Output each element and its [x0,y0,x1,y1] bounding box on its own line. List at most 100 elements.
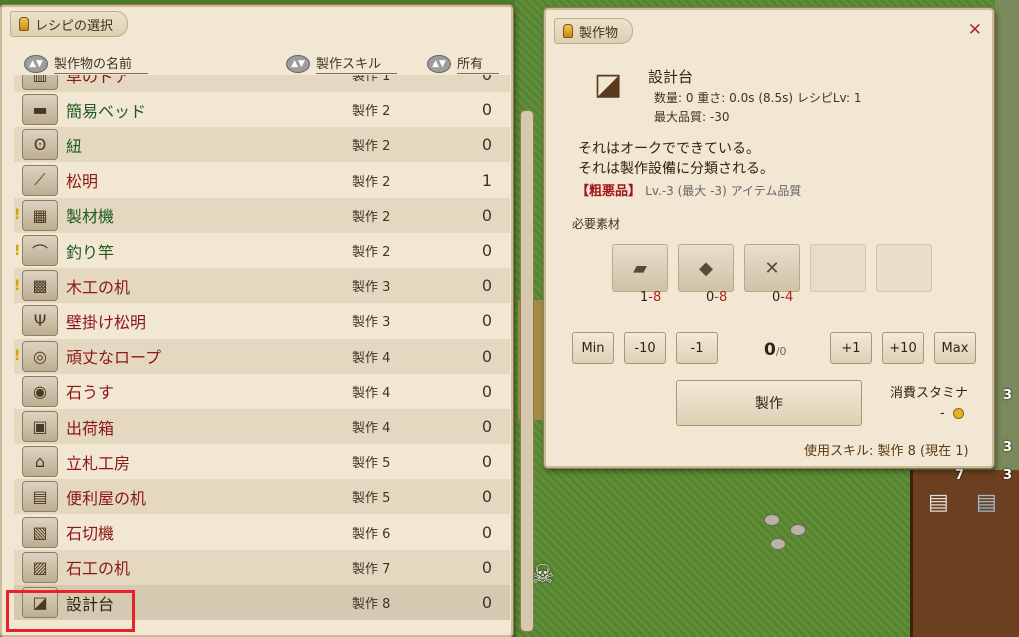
item-drop-icon[interactable]: ▤ [976,490,997,515]
material-count: 0-4 [772,290,794,305]
column-header-name[interactable]: ▲▼ 製作物の名前 [24,53,149,74]
recipe-owned-count: 0 [481,593,492,612]
minus10-button[interactable]: -10 [624,332,666,364]
material-slot[interactable]: ◆ [678,244,734,292]
recipe-row[interactable]: ! ◎ 頑丈なロープ 製作 4 0 [14,338,510,374]
min-button[interactable]: Min [572,332,614,364]
quality-info: Lv.-3 (最大 -3) アイテム品質 [645,184,802,198]
stamina-cost-label: 消費スタミナ [890,386,969,401]
item-quality: 【粗悪品】 Lv.-3 (最大 -3) アイテム品質 [576,180,801,199]
recipe-row[interactable]: ▥ 草のドア 製作 1 0 [14,75,510,92]
recipe-list[interactable]: ▥草のドア製作 10▬簡易ベッド製作 20ʘ紐製作 20⟋松明製作 21!▦製材… [14,75,510,635]
recipe-skill: 製作 2 [352,174,391,190]
recipe-row[interactable]: ▣ 出荷箱 製作 4 0 [14,409,510,444]
column-header-skill[interactable]: ▲▼ 製作スキル [286,53,398,74]
stamina-icon [952,408,964,419]
recipe-skill: 製作 3 [352,280,391,296]
building-roof [910,470,1019,637]
recipe-row[interactable]: ! ⌒ 釣り竿 製作 2 0 [14,233,510,268]
recipe-skill: 製作 8 [352,597,391,612]
recipe-owned-count: 0 [481,241,492,260]
recipe-row[interactable]: ◉ 石うす 製作 4 0 [14,374,510,409]
recipe-row[interactable]: ▬ 簡易ベッド 製作 2 0 [14,92,510,127]
used-skill: 使用スキル: 製作 8 (現在 1) [804,444,969,459]
recipe-row[interactable]: ⟋ 松明 製作 2 1 [14,163,510,198]
sturdy-rope-icon: ◎ [22,340,58,372]
item-drop-icon[interactable]: ▤ [928,490,949,515]
recipe-skill: 製作 4 [352,350,391,366]
bed-icon: ▬ [22,94,58,126]
recipe-row[interactable]: ▨ 石工の机 製作 7 0 [14,549,510,585]
oak-plank-icon: ▰ [633,257,647,279]
recipe-row[interactable]: ⌂ 立札工房 製作 5 0 [14,444,510,479]
alert-icon: ! [14,242,21,259]
recipe-row[interactable]: ▧ 石切機 製作 6 0 [14,515,510,550]
fishing-rod-icon: ⌒ [22,235,58,266]
shipping-box-icon: ▣ [22,411,58,442]
item-meta: 数量: 0 重さ: 0.0s (8.5s) レシピLv: 1 [654,91,862,105]
alert-icon: ! [14,207,21,224]
woodwork-desk-icon: ▩ [22,270,58,302]
sawmill-icon: ▦ [22,199,58,231]
craft-button[interactable]: 製作 [676,380,862,426]
item-description-2: それは製作設備に分類される。 [578,161,774,177]
recipe-skill: 製作 1 [352,75,391,84]
alert-icon: ! [14,348,21,365]
recipe-skill: 製作 2 [352,209,391,225]
max-button[interactable]: Max [934,332,976,364]
recipe-skill: 製作 6 [352,526,391,542]
stack-count: 3 [1003,440,1013,455]
sort-icon[interactable]: ▲▼ [427,54,451,73]
recipe-name: 石切機 [66,524,115,544]
recipe-skill: 製作 4 [352,421,391,436]
material-slot[interactable]: ▰ [612,244,668,292]
recipe-owned-count: 0 [481,205,492,225]
recipe-name: 石工の机 [66,559,131,579]
millstone-icon: ◉ [22,375,58,407]
material-count: 1-8 [640,290,662,305]
recipe-owned-count: 1 [481,170,492,190]
recipe-name: 立札工房 [66,453,131,473]
plus1-button[interactable]: +1 [830,332,872,364]
recipe-skill: 製作 2 [352,245,391,260]
item-name: 設計台 [648,68,694,86]
recipe-skill: 製作 7 [352,561,391,577]
material-slot[interactable]: ✕ [744,244,800,292]
recipe-name: 石うす [66,383,115,403]
recipe-row[interactable]: ! ▦ 製材機 製作 2 0 [14,197,510,233]
craft-quantity: 0/0 [764,340,787,360]
recipe-row[interactable]: ! ▩ 木工の机 製作 3 0 [14,268,510,304]
selection-highlight [6,590,135,632]
recipe-name: 壁掛け松明 [66,312,147,332]
crossed-tools-icon: ✕ [764,257,780,279]
sort-icon[interactable]: ▲▼ [24,54,48,73]
recipe-select-panel: レシピの選択 ▲▼ 製作物の名前 ▲▼ 製作スキル ▲▼ 所有 ▥草のドア製作 … [0,5,513,637]
recipe-owned-count: 0 [454,75,492,84]
recipe-list-scrollbar[interactable] [520,110,534,632]
minus1-button[interactable]: -1 [676,332,718,364]
recipe-name: 出荷箱 [66,418,115,438]
column-header-owned[interactable]: ▲▼ 所有 [427,53,500,74]
alert-icon: ! [14,277,21,294]
plus10-button[interactable]: +10 [882,332,924,364]
recipe-panel-title: レシピの選択 [35,18,114,34]
sort-icon[interactable]: ▲▼ [286,54,310,73]
detail-panel-title: 製作物 [579,25,619,41]
recipe-row[interactable]: ʘ 紐 製作 2 0 [14,127,510,163]
recipe-panel-tab[interactable]: レシピの選択 [10,11,129,37]
quality-name: 【粗悪品】 [576,184,642,199]
stack-count: 3 [1003,468,1013,483]
recipe-row[interactable]: ▤ 便利屋の机 製作 5 0 [14,479,510,515]
item-description-1: それはオークでできている。 [578,141,760,157]
recipe-owned-count: 0 [481,311,492,331]
material-slot-empty [876,244,932,292]
close-icon[interactable]: ✕ [968,20,982,40]
recipe-owned-count: 0 [481,487,492,507]
detail-panel-tab[interactable]: 製作物 [554,18,634,44]
recipe-name: 草のドア [66,75,131,86]
handyman-desk-icon: ▤ [22,481,58,513]
craft-detail-panel: 製作物 ✕ ◪ 設計台 数量: 0 重さ: 0.0s (8.5s) レシピLv:… [544,8,994,468]
rock [764,514,780,526]
skull-icon: ☠ [531,560,555,590]
recipe-row[interactable]: Ψ 壁掛け松明 製作 3 0 [14,303,510,338]
